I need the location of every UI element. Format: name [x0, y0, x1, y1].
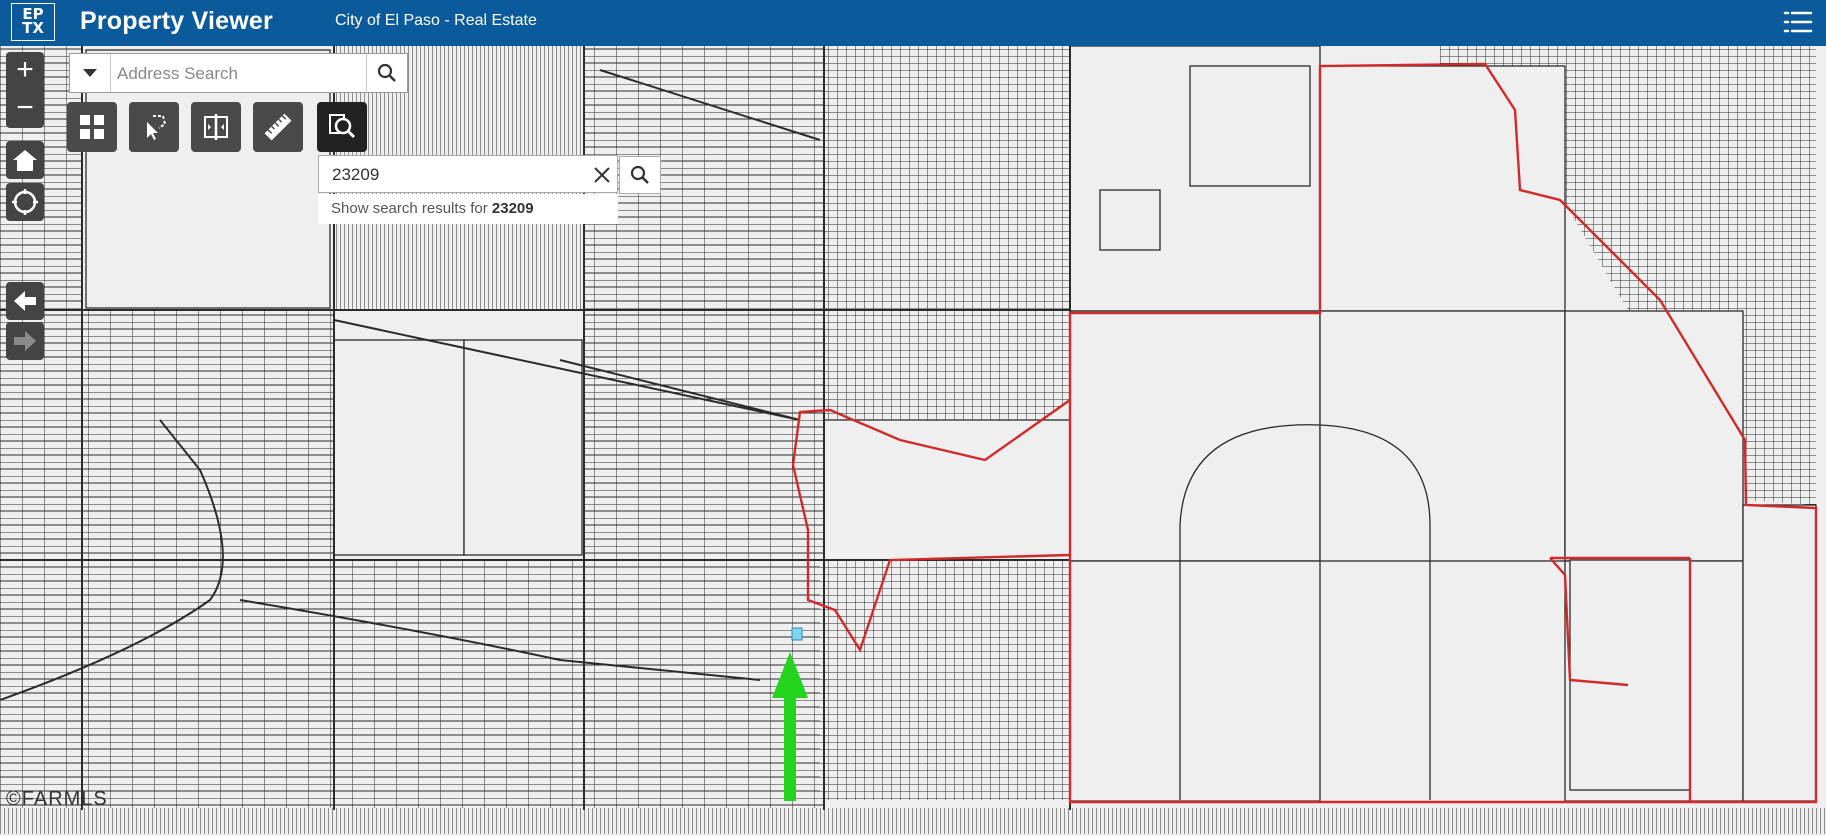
search-source-dropdown[interactable]: [70, 54, 111, 92]
map-credit: ©FARMLS: [6, 788, 108, 810]
swipe-icon: [204, 114, 228, 140]
arrow-left-icon: [14, 291, 36, 311]
search-icon: [377, 63, 396, 82]
ruler-icon: [264, 113, 292, 141]
zoom-out-button[interactable]: −: [6, 90, 44, 128]
home-icon: [13, 150, 37, 171]
address-search-widget: [69, 53, 434, 93]
top-bar: EP TX Property Viewer City of El Paso - …: [0, 0, 1826, 46]
basemap-tool-button[interactable]: [67, 102, 117, 152]
select-tool-button[interactable]: [129, 102, 179, 152]
home-button[interactable]: [6, 141, 44, 179]
search-suggestion[interactable]: Show search results for 23209: [318, 194, 618, 224]
zoom-in-button[interactable]: +: [6, 52, 44, 90]
app-subtitle: City of El Paso - Real Estate: [335, 12, 537, 29]
clear-search-button[interactable]: [587, 156, 617, 194]
query-search-widget[interactable]: 23209: [318, 155, 661, 194]
measure-tool-button[interactable]: [253, 102, 303, 152]
magnify-icon: [329, 114, 356, 139]
back-extent-button[interactable]: [6, 282, 44, 320]
locate-button[interactable]: [6, 183, 44, 221]
plus-icon: +: [16, 53, 34, 86]
arrow-right-icon: [14, 331, 36, 351]
query-search-input[interactable]: 23209: [332, 165, 379, 185]
close-icon: [594, 167, 610, 183]
logo-text: EP TX: [22, 5, 44, 37]
forward-extent-button[interactable]: [6, 322, 44, 360]
select-icon: [147, 115, 167, 140]
query-search-tool-button[interactable]: [317, 102, 367, 152]
list-menu-icon[interactable]: [1782, 6, 1814, 38]
minus-icon: −: [16, 91, 34, 124]
chevron-down-icon: [83, 69, 97, 77]
suggestion-prefix: Show search results for: [331, 200, 492, 217]
address-search-button[interactable]: [366, 54, 407, 92]
query-search-button[interactable]: [619, 156, 661, 194]
city-logo: EP TX: [11, 3, 55, 41]
grid-icon: [80, 115, 104, 139]
app-title: Property Viewer: [80, 7, 273, 35]
suggestion-term: 23209: [491, 200, 534, 217]
search-icon: [630, 165, 649, 184]
zoom-controls: + −: [6, 52, 44, 128]
locate-icon: [12, 189, 38, 215]
selected-parcel[interactable]: [791, 627, 803, 641]
swipe-tool-button[interactable]: [191, 102, 241, 152]
